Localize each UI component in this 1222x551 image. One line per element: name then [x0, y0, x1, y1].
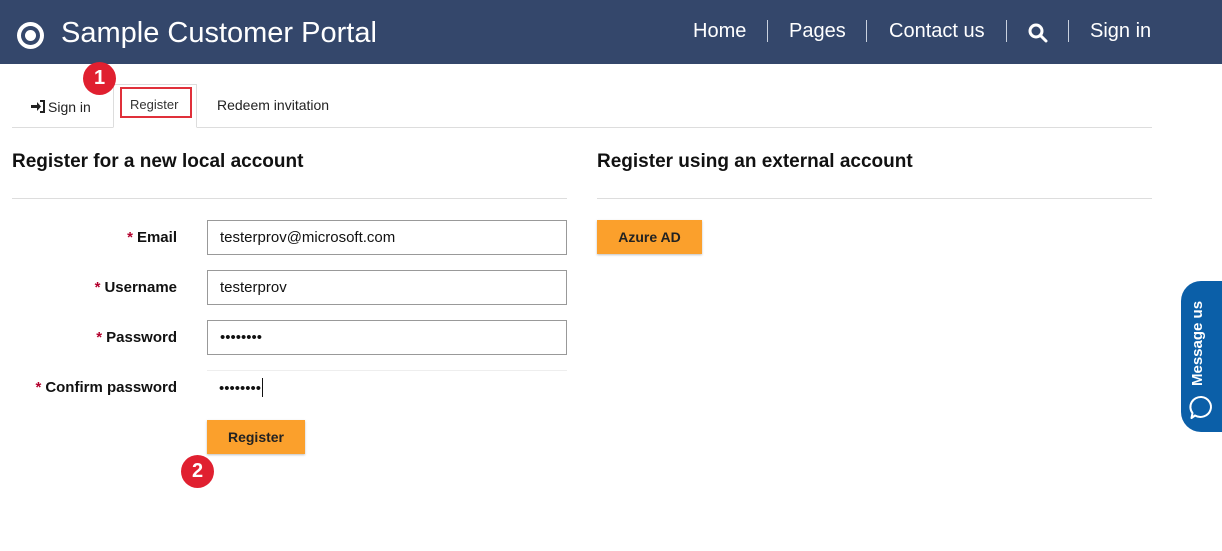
username-label-text: Username	[104, 279, 177, 296]
nav-divider	[866, 20, 867, 42]
nav-sign-in[interactable]: Sign in	[1090, 20, 1151, 43]
nav-divider	[1068, 20, 1069, 42]
step-badge-2: 2	[181, 455, 214, 488]
text-cursor	[262, 378, 263, 397]
account-tabs: Sign in Register Redeem invitation	[12, 84, 1152, 128]
confirm-password-label: * Confirm password	[0, 379, 177, 396]
confirm-password-field[interactable]	[207, 370, 567, 405]
highlight-box	[120, 87, 192, 118]
portal-logo-icon[interactable]	[17, 22, 44, 49]
section-divider	[597, 198, 1152, 199]
username-field[interactable]	[207, 270, 567, 305]
step-badge-1: 1	[83, 62, 116, 95]
sign-in-icon	[31, 100, 45, 113]
section-divider	[12, 198, 567, 199]
confirm-password-label-text: Confirm password	[45, 379, 177, 396]
search-icon[interactable]	[1028, 23, 1048, 43]
email-field[interactable]	[207, 220, 567, 255]
register-button[interactable]: Register	[207, 420, 305, 454]
azure-ad-button[interactable]: Azure AD	[597, 220, 702, 254]
required-mark: *	[94, 279, 101, 296]
nav-contact-us[interactable]: Contact us	[889, 20, 985, 43]
site-title[interactable]: Sample Customer Portal	[61, 17, 377, 50]
required-mark: *	[96, 329, 103, 346]
message-us-label: Message us	[1189, 300, 1206, 386]
top-navbar: Sample Customer Portal Home Pages Contac…	[0, 0, 1222, 64]
chat-bubble-icon[interactable]	[1189, 395, 1214, 420]
email-label: * Email	[0, 229, 177, 246]
tab-sign-in-label: Sign in	[48, 99, 91, 115]
nav-pages[interactable]: Pages	[789, 20, 846, 43]
email-label-text: Email	[136, 229, 177, 246]
nav-home[interactable]: Home	[693, 20, 746, 43]
required-mark: *	[127, 229, 133, 246]
external-account-heading: Register using an external account	[597, 151, 913, 172]
password-label: * Password	[0, 329, 177, 346]
nav-divider	[767, 20, 768, 42]
local-account-heading: Register for a new local account	[12, 151, 304, 172]
password-field[interactable]	[207, 320, 567, 355]
tab-redeem-invitation[interactable]: Redeem invitation	[217, 84, 329, 128]
username-label: * Username	[0, 279, 177, 296]
nav-divider	[1006, 20, 1007, 42]
required-mark: *	[35, 379, 42, 396]
password-label-text: Password	[106, 329, 177, 346]
